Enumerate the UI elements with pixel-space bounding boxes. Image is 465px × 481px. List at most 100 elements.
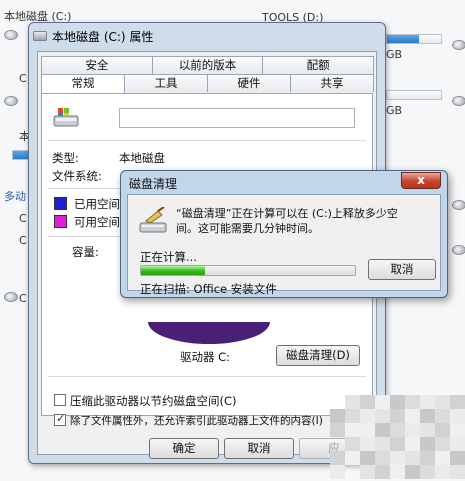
properties-title: 本地磁盘 (C:) 属性 bbox=[52, 29, 154, 44]
close-button[interactable]: x bbox=[401, 172, 441, 189]
mosaic-tile bbox=[450, 423, 465, 437]
mosaic-tile bbox=[435, 409, 450, 423]
index-checkbox[interactable] bbox=[54, 412, 66, 426]
drive-fragment: C bbox=[19, 234, 27, 247]
mosaic-tile bbox=[405, 437, 420, 451]
drive-fragment: C bbox=[19, 72, 27, 85]
mosaic-tile bbox=[405, 465, 420, 479]
cleanup-message-line2: 间。这可能需要几分钟时间。 bbox=[176, 222, 319, 235]
mosaic-tile bbox=[435, 451, 450, 465]
mosaic-tile bbox=[405, 395, 420, 409]
mosaic-tile bbox=[420, 423, 435, 437]
mosaic-tile bbox=[345, 451, 360, 465]
mosaic-tile bbox=[405, 409, 420, 423]
tab-hardware[interactable]: 硬件 bbox=[207, 74, 291, 92]
ok-button[interactable]: 确定 bbox=[149, 438, 219, 459]
compress-label: 压缩此驱动器以节约磁盘空间(C) bbox=[70, 394, 237, 408]
drive-icon bbox=[33, 31, 47, 41]
cleanup-title[interactable]: 磁盘清理 bbox=[129, 175, 177, 192]
mosaic-tile bbox=[345, 409, 360, 423]
capacity-label: 容量: bbox=[72, 245, 99, 259]
drive-label: 驱动器 C: bbox=[180, 350, 231, 364]
drive-usage-bar bbox=[386, 90, 442, 100]
disk-cleanup-dialog: 磁盘清理 x “磁盘清理”正在计算可以在 (C:)上释放多少空 间。这可能需要几… bbox=[120, 170, 448, 298]
drive-icon bbox=[452, 200, 465, 210]
tab-security[interactable]: 安全 bbox=[41, 56, 153, 74]
scanning-status: 正在扫描: Office 安装文件 bbox=[140, 282, 277, 296]
filesystem-label: 文件系统: bbox=[52, 169, 102, 183]
mosaic-tile bbox=[375, 465, 390, 479]
mosaic-tile bbox=[435, 395, 450, 409]
tab-general[interactable]: 常规 bbox=[41, 74, 125, 94]
mosaic-tile bbox=[390, 465, 405, 479]
mosaic-tile bbox=[345, 395, 360, 409]
type-value: 本地磁盘 bbox=[119, 151, 165, 165]
drive-fragment: C bbox=[19, 292, 27, 305]
separator bbox=[48, 376, 366, 377]
mosaic-tile bbox=[375, 409, 390, 423]
mosaic-tile bbox=[360, 395, 375, 409]
mosaic-tile bbox=[435, 437, 450, 451]
mosaic-tile bbox=[390, 423, 405, 437]
mosaic-tile bbox=[450, 437, 465, 451]
index-label: 除了文件属性外，还允许索引此驱动器上文件的内容(I) bbox=[70, 415, 323, 427]
tab-row-bottom: 常规 工具 硬件 共享 bbox=[41, 74, 374, 94]
tab-tools[interactable]: 工具 bbox=[124, 74, 208, 92]
mosaic-tile bbox=[390, 437, 405, 451]
mosaic-tile bbox=[375, 395, 390, 409]
free-space-swatch bbox=[54, 215, 67, 228]
mosaic-tile bbox=[450, 451, 465, 465]
mosaic-tile bbox=[420, 437, 435, 451]
mosaic-tile bbox=[330, 451, 345, 465]
mosaic-tile bbox=[375, 451, 390, 465]
mosaic-tile bbox=[390, 409, 405, 423]
mosaic-tile bbox=[420, 465, 435, 479]
mosaic-tile bbox=[420, 409, 435, 423]
watermark-mosaic bbox=[330, 395, 465, 481]
tab-sharing[interactable]: 共享 bbox=[290, 74, 374, 92]
disk-cleanup-icon bbox=[139, 207, 167, 233]
mosaic-tile bbox=[420, 395, 435, 409]
separator bbox=[48, 140, 366, 141]
mosaic-tile bbox=[450, 409, 465, 423]
used-space-swatch bbox=[54, 197, 67, 210]
mosaic-tile bbox=[330, 465, 345, 479]
tab-quota[interactable]: 配额 bbox=[262, 56, 375, 74]
mosaic-tile bbox=[390, 451, 405, 465]
tab-previous-versions[interactable]: 以前的版本 bbox=[151, 56, 264, 74]
mosaic-tile bbox=[360, 437, 375, 451]
mosaic-tile bbox=[375, 437, 390, 451]
drive-icon bbox=[4, 292, 18, 302]
cancel-button[interactable]: 取消 bbox=[224, 438, 294, 459]
mosaic-tile bbox=[450, 465, 465, 479]
mosaic-tile bbox=[360, 451, 375, 465]
drive-fragment: C bbox=[19, 212, 27, 225]
type-label: 类型: bbox=[52, 151, 79, 165]
volume-name-input[interactable] bbox=[119, 108, 355, 128]
properties-title-bar[interactable]: 本地磁盘 (C:) 属性 bbox=[33, 25, 381, 47]
mosaic-tile bbox=[360, 465, 375, 479]
progress-fill bbox=[141, 266, 206, 275]
mosaic-tile bbox=[330, 423, 345, 437]
drive-size-text: GB bbox=[386, 48, 403, 61]
compress-checkbox[interactable] bbox=[54, 394, 66, 406]
cleanup-cancel-button[interactable]: 取消 bbox=[368, 259, 436, 280]
side-link[interactable]: 多动 bbox=[4, 188, 26, 204]
cleanup-progress-bar bbox=[140, 265, 356, 276]
mosaic-tile bbox=[360, 409, 375, 423]
drive-icon bbox=[4, 96, 18, 106]
drive-usage-bar bbox=[386, 34, 442, 44]
drive-icon bbox=[452, 40, 465, 50]
mosaic-tile bbox=[435, 465, 450, 479]
disk-cleanup-button[interactable]: 磁盘清理(D) bbox=[276, 345, 360, 366]
drive-icon bbox=[53, 108, 79, 127]
mosaic-tile bbox=[330, 409, 345, 423]
mosaic-tile bbox=[450, 395, 465, 409]
tab-row-top: 安全 以前的版本 配额 bbox=[41, 56, 375, 74]
cleanup-body: “磁盘清理”正在计算可以在 (C:)上释放多少空 间。这可能需要几分钟时间。 正… bbox=[127, 194, 441, 296]
mosaic-tile bbox=[345, 437, 360, 451]
used-space-label: 已用空间 bbox=[74, 197, 120, 211]
free-space-label: 可用空间 bbox=[74, 215, 120, 229]
mosaic-tile bbox=[405, 451, 420, 465]
mosaic-tile bbox=[405, 423, 420, 437]
